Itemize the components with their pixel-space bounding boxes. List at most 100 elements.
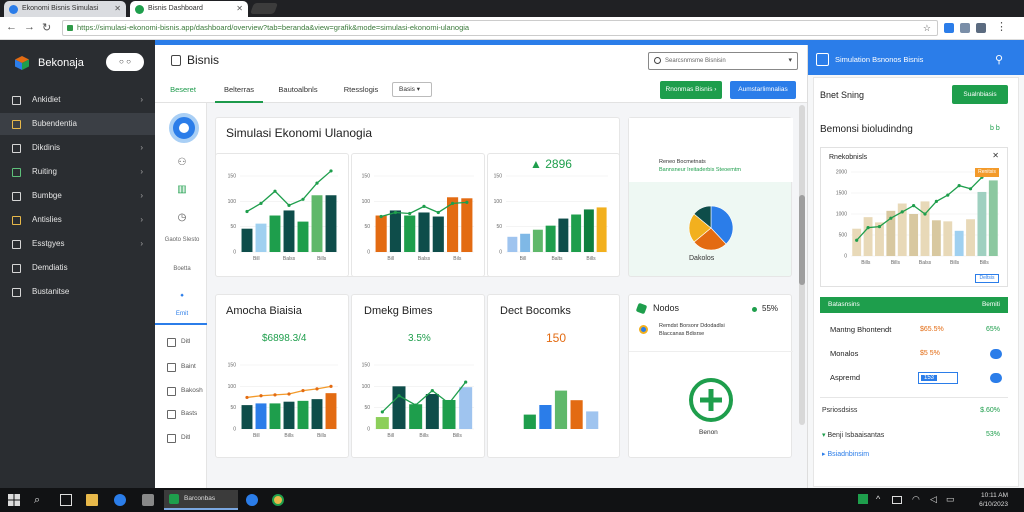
forward-icon[interactable]: → bbox=[24, 21, 35, 33]
trend-point bbox=[287, 392, 291, 396]
browser-icon[interactable] bbox=[246, 494, 258, 506]
filter-select[interactable]: Basis ▾ bbox=[392, 82, 432, 97]
search-icon[interactable]: ⌕ bbox=[34, 494, 46, 506]
x-tick-label: Bill bbox=[387, 256, 394, 262]
table-row[interactable]: Aspremd 153 bbox=[820, 367, 1008, 389]
chevron-down-icon[interactable]: ▾ bbox=[788, 53, 792, 69]
add-circle-icon[interactable] bbox=[689, 378, 733, 422]
sidebar-item-label: Ankidiet bbox=[32, 95, 61, 104]
bar bbox=[283, 210, 295, 252]
close-icon[interactable]: ✕ bbox=[992, 151, 999, 160]
panel-chart-box: Rnekobnisls ✕ Renitsis Deltsis 0 500 1000 1… bbox=[820, 147, 1008, 287]
legend-text: Reneo Bocmetnats bbox=[659, 159, 706, 165]
bar-chart-6 bbox=[523, 390, 599, 429]
taskbar-app[interactable]: Barconbas bbox=[164, 490, 238, 510]
rail-row[interactable]: Ditl bbox=[167, 336, 205, 348]
primary-green-button[interactable]: Rnonmas Bisnis › bbox=[660, 81, 722, 99]
tab-beranda[interactable]: Beseret bbox=[167, 77, 199, 103]
top-metric-value: 2896 bbox=[545, 157, 572, 171]
rail-row[interactable]: Basts bbox=[167, 408, 205, 420]
browser-tab-1[interactable]: Ekonomi Bisnis Simulasi ✕ bbox=[4, 1, 126, 17]
tab-strip: Ekonomi Bisnis Simulasi ✕ Bisnis Dashboa… bbox=[0, 0, 1024, 17]
sidebar-item-4[interactable]: Bumbge › bbox=[0, 185, 155, 207]
address-bar[interactable]: https://simulasi-ekonomi-bisnis.app/dash… bbox=[62, 20, 938, 36]
extension-icon[interactable] bbox=[976, 23, 986, 33]
browser-tab-2[interactable]: Bisnis Dashboard ✕ bbox=[130, 1, 248, 17]
scrollbar-thumb[interactable] bbox=[799, 195, 805, 285]
edge-icon[interactable] bbox=[114, 494, 126, 506]
bar bbox=[375, 215, 387, 252]
rail-row[interactable]: Ditl bbox=[167, 432, 205, 444]
toggle-pill[interactable] bbox=[990, 349, 1002, 359]
sidebar-toggle[interactable]: ○ ○ bbox=[106, 53, 144, 71]
list-item[interactable]: ▾ Benji Isbaaisantas 53% bbox=[822, 431, 1008, 439]
x-tick-label: Balts bbox=[551, 256, 563, 262]
tab-belterras[interactable]: Belterras bbox=[215, 77, 263, 103]
windows-start-icon[interactable] bbox=[8, 494, 20, 506]
rail-active-label[interactable]: Ernit bbox=[159, 311, 205, 317]
tab-bautoalbnls[interactable]: Bautoalbnls bbox=[271, 77, 325, 103]
extension-icon[interactable] bbox=[944, 23, 954, 33]
battery-icon[interactable] bbox=[892, 496, 902, 504]
sidebar-item-1[interactable]: Bubendentia bbox=[0, 113, 155, 135]
chart-icon[interactable]: ▥ bbox=[177, 185, 187, 195]
panel-label: Bnet Sning bbox=[820, 90, 865, 100]
clock-icon[interactable]: ◷ bbox=[177, 213, 187, 223]
tab-rtesslogis[interactable]: Rtesslogis bbox=[333, 77, 389, 103]
sidebar-item-8[interactable]: Bustanitse bbox=[0, 281, 155, 303]
x-tick-label: Bills bbox=[586, 256, 596, 262]
bar bbox=[255, 403, 267, 429]
menu-icon[interactable]: ⋮ bbox=[996, 20, 1007, 33]
list-item[interactable]: ▸ Bsiadnbinsim bbox=[822, 450, 1008, 458]
bar bbox=[977, 191, 987, 256]
url-text: https://simulasi-ekonomi-bisnis.app/dash… bbox=[77, 23, 470, 32]
pin-icon[interactable]: ⚲ bbox=[995, 45, 1003, 75]
bar bbox=[909, 214, 919, 256]
clock[interactable]: 10:11 AM 6/10/2023 bbox=[979, 491, 1008, 509]
sidebar-item-label: Bumbge bbox=[32, 191, 62, 200]
volume-icon[interactable]: ◁ bbox=[930, 494, 942, 506]
wifi-icon[interactable]: ◠ bbox=[912, 494, 924, 506]
task-view-icon[interactable] bbox=[60, 494, 72, 506]
new-tab-button[interactable] bbox=[249, 3, 279, 14]
search-input[interactable]: Searcsnmsme Bisnisin ▾ bbox=[648, 52, 798, 70]
chevron-up-icon[interactable]: ^ bbox=[876, 494, 888, 506]
chrome-icon[interactable] bbox=[272, 494, 284, 506]
panel-green-button[interactable]: Sualnbiasis bbox=[952, 85, 1008, 104]
folder-icon[interactable] bbox=[86, 494, 98, 506]
network-icon[interactable]: ⚇ bbox=[177, 158, 187, 168]
sidebar-item-5[interactable]: Antislies › bbox=[0, 209, 155, 231]
y-tick-label: 2000 bbox=[836, 170, 847, 176]
toggle-pill[interactable] bbox=[990, 373, 1002, 383]
y-tick-label: 150 bbox=[362, 174, 371, 180]
table-row[interactable]: Monalos $5 5% bbox=[820, 343, 1008, 365]
y-tick-label: 1000 bbox=[836, 212, 847, 218]
sidebar-item-3[interactable]: Ruiting › bbox=[0, 161, 155, 183]
extension-icon[interactable] bbox=[960, 23, 970, 33]
back-icon[interactable]: ← bbox=[6, 21, 17, 33]
right-panel-title: Simulation Bsnonos Bisnis bbox=[835, 55, 924, 64]
brand[interactable]: Bekonaja bbox=[14, 54, 84, 72]
sidebar-item-6[interactable]: Esstgyes › bbox=[0, 233, 155, 255]
store-icon[interactable] bbox=[142, 494, 154, 506]
bookmark-star-icon[interactable]: ☆ bbox=[923, 21, 931, 35]
tag-icon[interactable]: ⬩ bbox=[177, 291, 187, 301]
profile-icon[interactable] bbox=[169, 113, 199, 143]
list-item[interactable]: Psriosdsiss $.60% bbox=[822, 407, 1008, 414]
close-tab-icon[interactable]: ✕ bbox=[236, 1, 243, 17]
card-title: Dect Bocomks bbox=[500, 305, 571, 317]
sidebar-item-7[interactable]: Demdiatis bbox=[0, 257, 155, 279]
tray-icon[interactable] bbox=[858, 494, 868, 504]
table-row[interactable]: Mantng Bhontendt $65.5% 65% bbox=[820, 319, 1008, 341]
keyboard-icon[interactable]: ▭ bbox=[946, 494, 958, 506]
panel-link[interactable]: b b bbox=[990, 125, 1000, 132]
bar bbox=[297, 221, 309, 252]
rail-row[interactable]: Bakosh bbox=[167, 385, 205, 397]
row-input[interactable]: 153 bbox=[918, 372, 958, 384]
sidebar-item-0[interactable]: Ankidiet › bbox=[0, 89, 155, 111]
rail-row[interactable]: Baint bbox=[167, 361, 205, 373]
close-tab-icon[interactable]: ✕ bbox=[114, 1, 121, 17]
sidebar-item-2[interactable]: Dikdinis › bbox=[0, 137, 155, 159]
reload-icon[interactable]: ↻ bbox=[42, 21, 51, 34]
primary-blue-button[interactable]: Aumstarlimnalias bbox=[730, 81, 796, 99]
